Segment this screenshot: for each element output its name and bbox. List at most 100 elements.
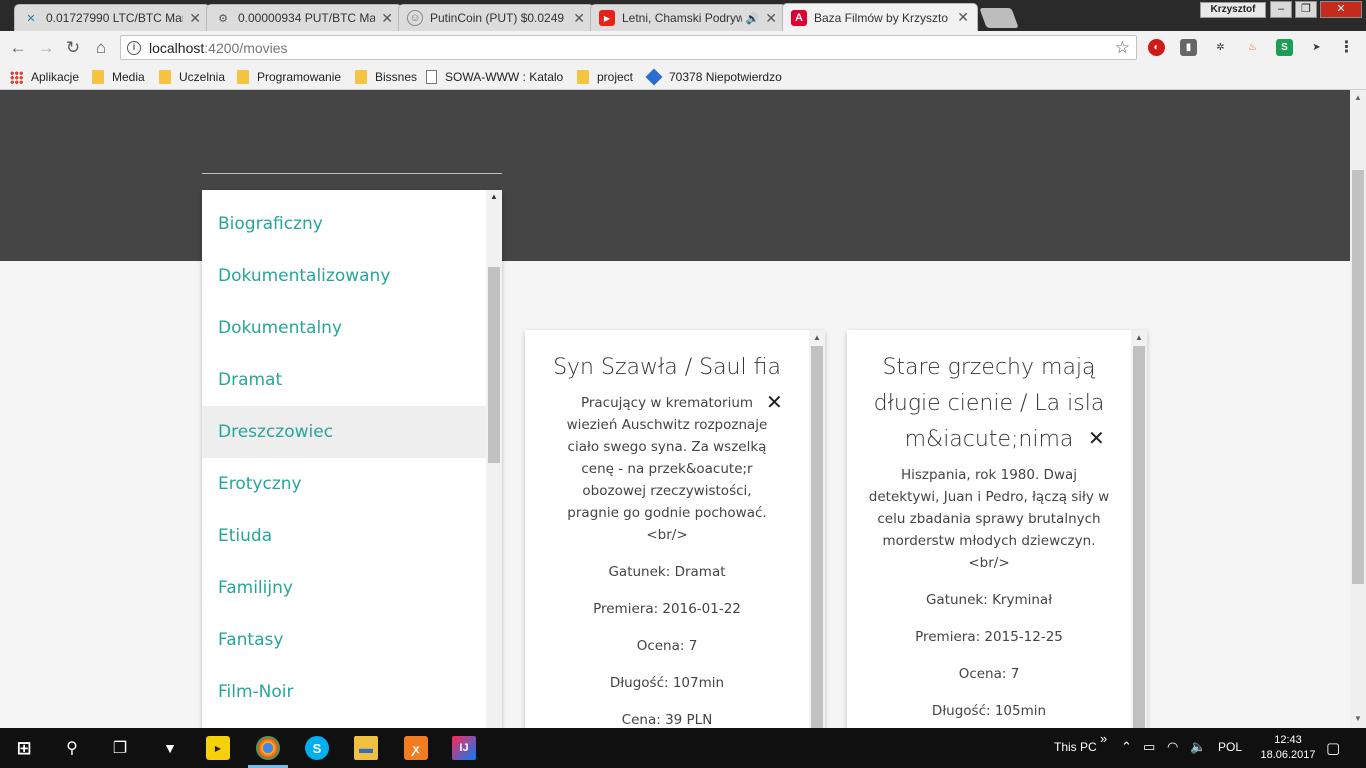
chart-x-icon: ✕: [26, 12, 36, 25]
fire-icon[interactable]: ♨: [1244, 39, 1261, 56]
genre-option[interactable]: Dramat: [202, 354, 486, 406]
genre-option-hovered[interactable]: Dreszczowiec: [202, 406, 486, 458]
bookmark-70378[interactable]: 70378 Niepotwierdzo: [645, 68, 782, 86]
tab-title: Baza Filmów by Krzyszto: [814, 10, 949, 25]
bookmark-project[interactable]: project: [577, 68, 633, 86]
scrollbar-thumb[interactable]: [811, 346, 823, 728]
close-icon[interactable]: ✕: [1088, 426, 1105, 451]
extension-icon[interactable]: ▮: [1180, 39, 1197, 56]
windows-taskbar: ⊞ ⚲ ❐ ▼ ▶ S ▬ ꭗ IJ This PC » ⌃ ▭ ◠ 🔈 POL…: [0, 728, 1366, 768]
bookmark-label: Bissnes: [375, 70, 418, 84]
star-icon[interactable]: ☆: [1115, 38, 1130, 58]
genre-option[interactable]: Dokumentalny: [202, 302, 486, 354]
tab-title: Letni, Chamski Podryw: [622, 11, 742, 25]
close-icon[interactable]: ✕: [381, 10, 393, 27]
bookmark-media[interactable]: Media: [92, 68, 145, 86]
home-icon[interactable]: ⌂: [90, 37, 112, 59]
bookmark-label: Aplikacje: [31, 70, 80, 84]
tab-baza-filmow[interactable]: A Baza Filmów by Krzyszto ✕: [782, 3, 978, 31]
genre-option[interactable]: Dokumentalizowany: [202, 250, 486, 302]
chevron-up-icon[interactable]: ⌃: [1121, 739, 1132, 755]
scrollbar-thumb[interactable]: [1352, 170, 1364, 584]
chevron-double-icon[interactable]: »: [1100, 731, 1107, 746]
scrollbar-thumb[interactable]: [1133, 346, 1145, 728]
genre-option[interactable]: Fantasy: [202, 614, 486, 666]
chrome-icon[interactable]: [256, 736, 280, 760]
browser-tab-strip: ✕ 0.01727990 LTC/BTC Mar ✕ ⚙ 0.00000934 …: [0, 0, 1366, 31]
scroll-up-arrow-icon[interactable]: ▲: [813, 333, 821, 342]
close-icon[interactable]: ✕: [957, 9, 969, 26]
new-tab-button[interactable]: [979, 8, 1019, 28]
folder-icon: [92, 70, 104, 84]
close-icon[interactable]: ✕: [573, 10, 585, 27]
back-icon[interactable]: ←: [7, 37, 29, 59]
page-scrollbar[interactable]: ▲ ▼: [1350, 90, 1366, 728]
reload-icon[interactable]: ↻: [62, 37, 84, 59]
minimize-icon[interactable]: –: [1270, 1, 1292, 18]
search-icon[interactable]: ⚲: [60, 736, 84, 760]
scroll-up-arrow-icon[interactable]: ▲: [1354, 93, 1362, 102]
genre-dropdown[interactable]: Biograficzny Dokumentalizowany Dokumenta…: [202, 190, 502, 728]
movie-card: Syn Szawła / Saul fia ✕ Pracujący w krem…: [525, 330, 825, 728]
close-icon[interactable]: ✕: [766, 390, 783, 415]
genre-option[interactable]: Film-Noir: [202, 666, 486, 718]
clock[interactable]: 12:43 18.06.2017: [1256, 733, 1320, 763]
task-view-icon[interactable]: ❐: [108, 736, 132, 760]
puzzle-icon[interactable]: ✲: [1212, 39, 1229, 56]
card-scrollbar[interactable]: ▲: [1131, 330, 1147, 728]
wifi-icon[interactable]: ◠: [1167, 739, 1178, 755]
bookmark-aplikacje[interactable]: Aplikacje: [10, 68, 79, 86]
xampp-icon[interactable]: ꭗ: [404, 736, 428, 760]
scroll-down-arrow-icon[interactable]: ▼: [1354, 714, 1362, 723]
file-explorer-icon[interactable]: ▬: [354, 736, 378, 760]
intellij-icon[interactable]: IJ: [452, 736, 476, 760]
cursor-icon[interactable]: ➤: [1308, 39, 1325, 56]
window-close-icon[interactable]: ✕: [1320, 1, 1362, 18]
card-scrollbar[interactable]: ▲: [809, 330, 825, 728]
genre-select-underline[interactable]: [202, 173, 502, 174]
scroll-up-arrow-icon[interactable]: ▲: [1135, 333, 1143, 342]
close-icon[interactable]: ✕: [189, 10, 201, 27]
genre-option[interactable]: Erotyczny: [202, 458, 486, 510]
skype-icon[interactable]: S: [305, 736, 329, 760]
bookmark-uczelnia[interactable]: Uczelnia: [159, 68, 225, 86]
info-icon[interactable]: i: [127, 40, 141, 55]
language-indicator[interactable]: POL: [1218, 740, 1242, 754]
genre-scrollbar[interactable]: ▲: [486, 190, 502, 728]
player-app-icon[interactable]: ▶: [206, 736, 230, 760]
bookmark-programowanie[interactable]: Programowanie: [237, 68, 341, 86]
tab-put-btc[interactable]: ⚙ 0.00000934 PUT/BTC Ma ✕: [206, 4, 402, 31]
notifications-icon[interactable]: ▢: [1326, 739, 1340, 757]
genre-option[interactable]: Familijny: [202, 562, 486, 614]
menu-icon[interactable]: ⋮: [1338, 39, 1355, 56]
speaker-icon[interactable]: 🔊: [746, 12, 760, 25]
folder-icon: [577, 70, 589, 84]
speaker-icon[interactable]: 🔈: [1190, 739, 1206, 755]
movie-rating: Ocena: 7: [636, 638, 698, 654]
s-extension-icon[interactable]: S: [1276, 39, 1293, 56]
bookmark-label: Programowanie: [257, 70, 342, 84]
forward-icon[interactable]: →: [35, 37, 57, 59]
bookmark-sowa[interactable]: SOWA-WWW : Katalo: [426, 68, 563, 86]
tab-putincoin[interactable]: ☺ PutinCoin (PUT) $0.0249 ✕: [398, 4, 594, 31]
genre-option[interactable]: Etiuda: [202, 510, 486, 562]
genre-option[interactable]: Biograficzny: [202, 198, 486, 250]
battery-icon[interactable]: ▭: [1143, 739, 1155, 755]
fox-app-icon[interactable]: ▼: [158, 736, 182, 760]
movie-rating: Ocena: 7: [958, 666, 1020, 682]
tab-ltc-btc[interactable]: ✕ 0.01727990 LTC/BTC Mar ✕: [14, 4, 210, 31]
profile-button[interactable]: Krzysztof: [1200, 2, 1266, 18]
windows-start-icon[interactable]: ⊞: [12, 736, 36, 760]
bookmark-label: 70378 Niepotwierdzo: [669, 70, 782, 84]
restore-icon[interactable]: ❐: [1295, 1, 1317, 18]
adblock-icon[interactable]: ◐: [1148, 39, 1165, 56]
close-icon[interactable]: ✕: [765, 10, 777, 27]
bookmark-label: Media: [112, 70, 145, 84]
scrollbar-thumb[interactable]: [488, 267, 500, 463]
youtube-icon: ▶: [599, 10, 615, 26]
address-bar[interactable]: i localhost:4200/movies ☆: [120, 35, 1137, 60]
bookmark-bissnes[interactable]: Bissnes: [355, 68, 417, 86]
this-pc-label[interactable]: This PC: [1054, 740, 1097, 754]
scroll-up-arrow-icon[interactable]: ▲: [490, 192, 498, 201]
tab-youtube[interactable]: ▶ Letni, Chamski Podryw 🔊 ✕: [590, 4, 786, 31]
